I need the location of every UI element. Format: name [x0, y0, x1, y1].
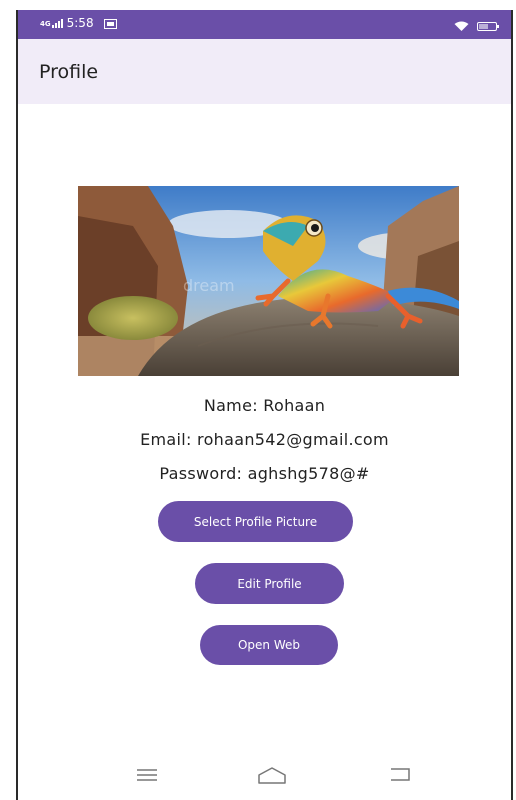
menu-icon[interactable] [136, 766, 158, 788]
status-bar: 4G 5:58 [18, 10, 511, 39]
signal-icon: 4G [40, 18, 63, 28]
status-time: 5:58 [66, 16, 94, 30]
profile-password: Password: aghshg578@# [159, 464, 370, 483]
status-right [454, 17, 499, 36]
wifi-icon [454, 17, 469, 36]
battery-icon [477, 22, 499, 31]
watermark-text: dream [183, 276, 235, 295]
app-bar: Profile [18, 39, 511, 104]
page-title: Profile [39, 61, 99, 83]
select-profile-picture-button[interactable]: Select Profile Picture [158, 501, 353, 542]
system-nav-bar [18, 758, 511, 800]
sim-icon [103, 18, 117, 29]
edit-profile-button[interactable]: Edit Profile [195, 563, 344, 604]
status-left: 4G 5:58 [40, 16, 117, 30]
profile-email: Email: rohaan542@gmail.com [140, 430, 389, 449]
open-web-button[interactable]: Open Web [200, 625, 338, 665]
home-icon[interactable] [257, 766, 287, 790]
profile-name: Name: Rohaan [203, 396, 326, 415]
phone-screen: 4G 5:58 Profile dream Name: Rohaan Email… [16, 10, 513, 800]
network-type: 4G [40, 19, 51, 28]
signal-bars [51, 18, 63, 28]
back-icon[interactable] [387, 766, 413, 788]
profile-picture: dream [78, 186, 459, 376]
